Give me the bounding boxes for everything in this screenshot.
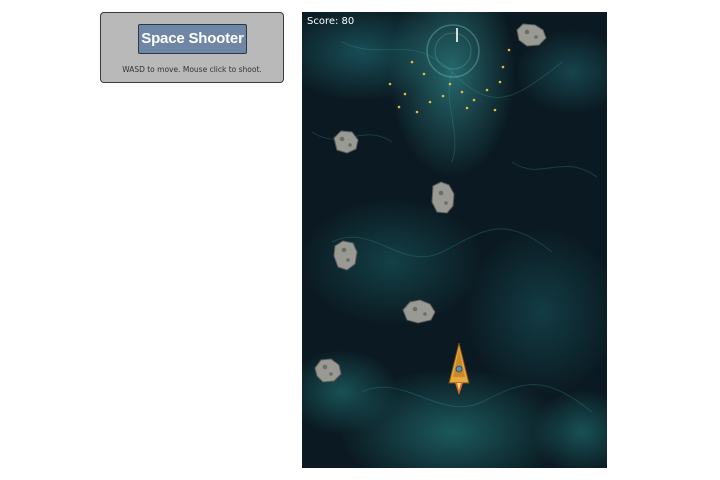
bullet [493,108,497,112]
asteroid [333,130,359,154]
bullet [472,98,476,102]
bullet [441,94,445,98]
space-shooter-title-button[interactable]: Space Shooter [138,24,247,54]
bullet [501,65,505,69]
nebula-streaks [311,41,598,413]
bullet [448,82,452,86]
bullet [465,106,469,110]
bullet [415,110,419,114]
bullet [460,90,464,94]
bullet [507,48,511,52]
asteroid [402,299,436,324]
bullet [428,100,432,104]
asteroid [431,181,455,214]
bullet [388,82,392,86]
bullet [485,88,489,92]
asteroid [333,240,358,271]
asteroid [314,358,342,383]
warp-effect [426,24,480,78]
bullet [397,105,401,109]
bullet [403,92,407,96]
score-label: Score: 80 [307,16,355,27]
bullet [410,60,414,64]
game-canvas[interactable]: Score: 80 [302,12,607,468]
game-scene [311,23,598,413]
bullet [422,72,426,76]
bullet [498,80,502,84]
player-ship [448,342,470,395]
instructions-text: WASD to move. Mouse click to shoot. [122,65,262,74]
asteroid [516,23,547,47]
info-panel: Space Shooter WASD to move. Mouse click … [100,12,284,83]
